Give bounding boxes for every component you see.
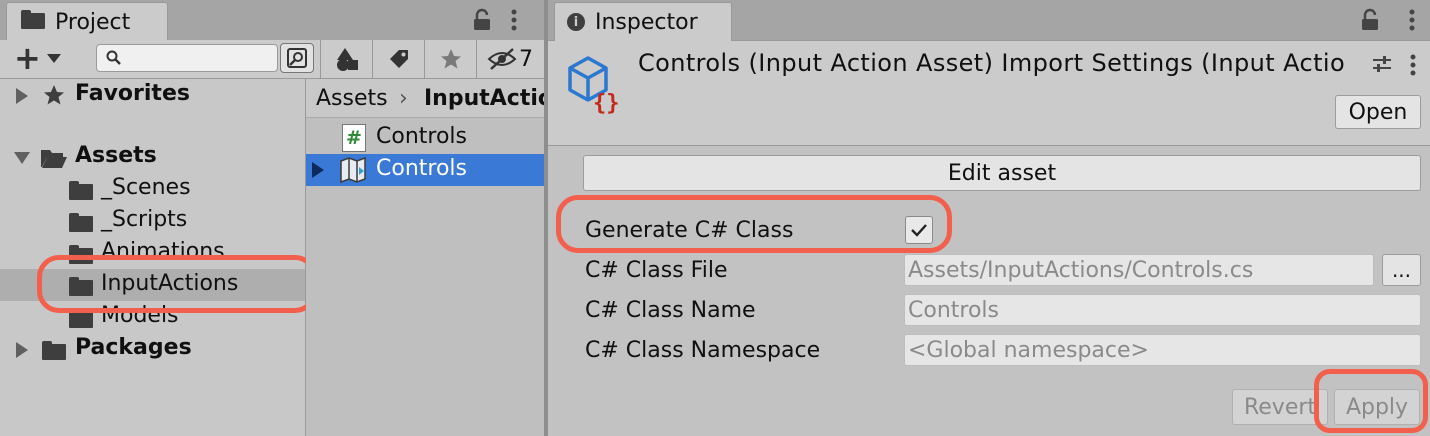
inspector-panel: i Inspector {} Controls (Input Action As… (548, 0, 1430, 436)
open-button[interactable]: Open (1335, 95, 1421, 129)
browse-button[interactable]: ... (1382, 254, 1421, 286)
filter-by-type-button[interactable] (320, 40, 373, 78)
packages-row[interactable]: Packages (0, 333, 305, 365)
star-icon (44, 85, 64, 105)
more-menu-icon[interactable] (1408, 53, 1418, 77)
favorites-row[interactable]: Favorites (0, 79, 305, 111)
inspector-title: Controls (Input Action Asset) Import Set… (638, 49, 1346, 77)
lock-icon[interactable] (1359, 8, 1381, 32)
class-namespace-field[interactable]: <Global namespace> (904, 334, 1421, 366)
chevron-right-icon: › (399, 86, 408, 111)
packages-label: Packages (75, 335, 192, 360)
search-field[interactable] (123, 47, 267, 69)
search-icon (106, 50, 121, 65)
file-item[interactable]: # Controls (306, 122, 544, 154)
csharp-script-icon: # (342, 124, 366, 152)
shapes-icon (337, 48, 358, 71)
class-name-label: C# Class Name (585, 298, 756, 323)
search-by-type-button[interactable] (280, 43, 314, 73)
folder-icon (42, 341, 66, 364)
file-item-selected[interactable]: Controls (306, 154, 544, 186)
expand-arrow-icon[interactable] (312, 162, 324, 178)
tab-project-label: Project (55, 9, 131, 35)
hidden-packages-toggle[interactable]: 7 (476, 40, 544, 78)
class-name-field[interactable]: Controls (904, 294, 1421, 326)
highlight-annotation (1314, 369, 1428, 433)
input-actions-asset-icon (340, 157, 366, 183)
class-file-field[interactable]: Assets/InputActions/Controls.cs (904, 254, 1374, 286)
add-button[interactable]: + (14, 42, 72, 74)
expand-arrow-icon[interactable] (16, 88, 28, 104)
highlight-annotation (37, 255, 317, 313)
assets-label: Assets (75, 143, 157, 168)
folder-icon (69, 213, 93, 236)
tab-inspector[interactable]: i Inspector (554, 2, 732, 41)
tab-project[interactable]: Project (6, 2, 168, 41)
filter-by-label-button[interactable] (372, 40, 425, 78)
folder-item[interactable]: _Scripts (0, 205, 305, 237)
breadcrumb: Assets › InputActio (306, 79, 544, 118)
folder-icon (21, 9, 45, 35)
collapse-arrow-icon[interactable] (14, 152, 30, 164)
star-icon (441, 49, 461, 69)
chevron-down-icon (46, 53, 61, 63)
svg-text:{}: {} (593, 91, 620, 114)
breadcrumb-root[interactable]: Assets (316, 86, 388, 111)
plus-icon: + (14, 39, 41, 77)
folder-icon (69, 181, 93, 204)
class-namespace-label: C# Class Namespace (585, 338, 821, 363)
search-input[interactable] (96, 44, 278, 72)
expand-arrow-icon[interactable] (16, 342, 28, 358)
open-folder-icon (41, 150, 67, 168)
assets-row[interactable]: Assets (0, 141, 305, 173)
file-label: Controls (376, 156, 467, 181)
project-panel: Project + 7 Favorites Assets _Scenes _Sc… (0, 0, 544, 436)
file-pane: Assets › InputActio # Controls Controls (306, 79, 544, 436)
folder-label: _Scripts (101, 207, 188, 232)
more-menu-icon[interactable] (509, 8, 519, 32)
folder-label: _Scenes (101, 175, 191, 200)
breadcrumb-current[interactable]: InputActio (424, 86, 544, 111)
class-file-label: C# Class File (585, 258, 728, 283)
favorites-label: Favorites (75, 81, 190, 106)
file-label: Controls (376, 124, 467, 149)
tag-icon (390, 50, 408, 68)
favorite-filter-button[interactable] (424, 40, 477, 78)
eye-slash-icon (487, 48, 517, 70)
folder-item[interactable]: _Scenes (0, 173, 305, 205)
presets-icon[interactable] (1371, 53, 1393, 75)
search-type-icon (287, 48, 307, 68)
highlight-annotation (556, 195, 952, 253)
info-icon: i (567, 13, 585, 31)
tab-inspector-label: Inspector (595, 9, 698, 35)
lock-icon[interactable] (471, 8, 493, 32)
hidden-count: 7 (519, 46, 533, 72)
input-action-asset-icon: {} (568, 56, 620, 114)
edit-asset-button[interactable]: Edit asset (583, 155, 1421, 191)
more-menu-icon[interactable] (1407, 8, 1417, 32)
